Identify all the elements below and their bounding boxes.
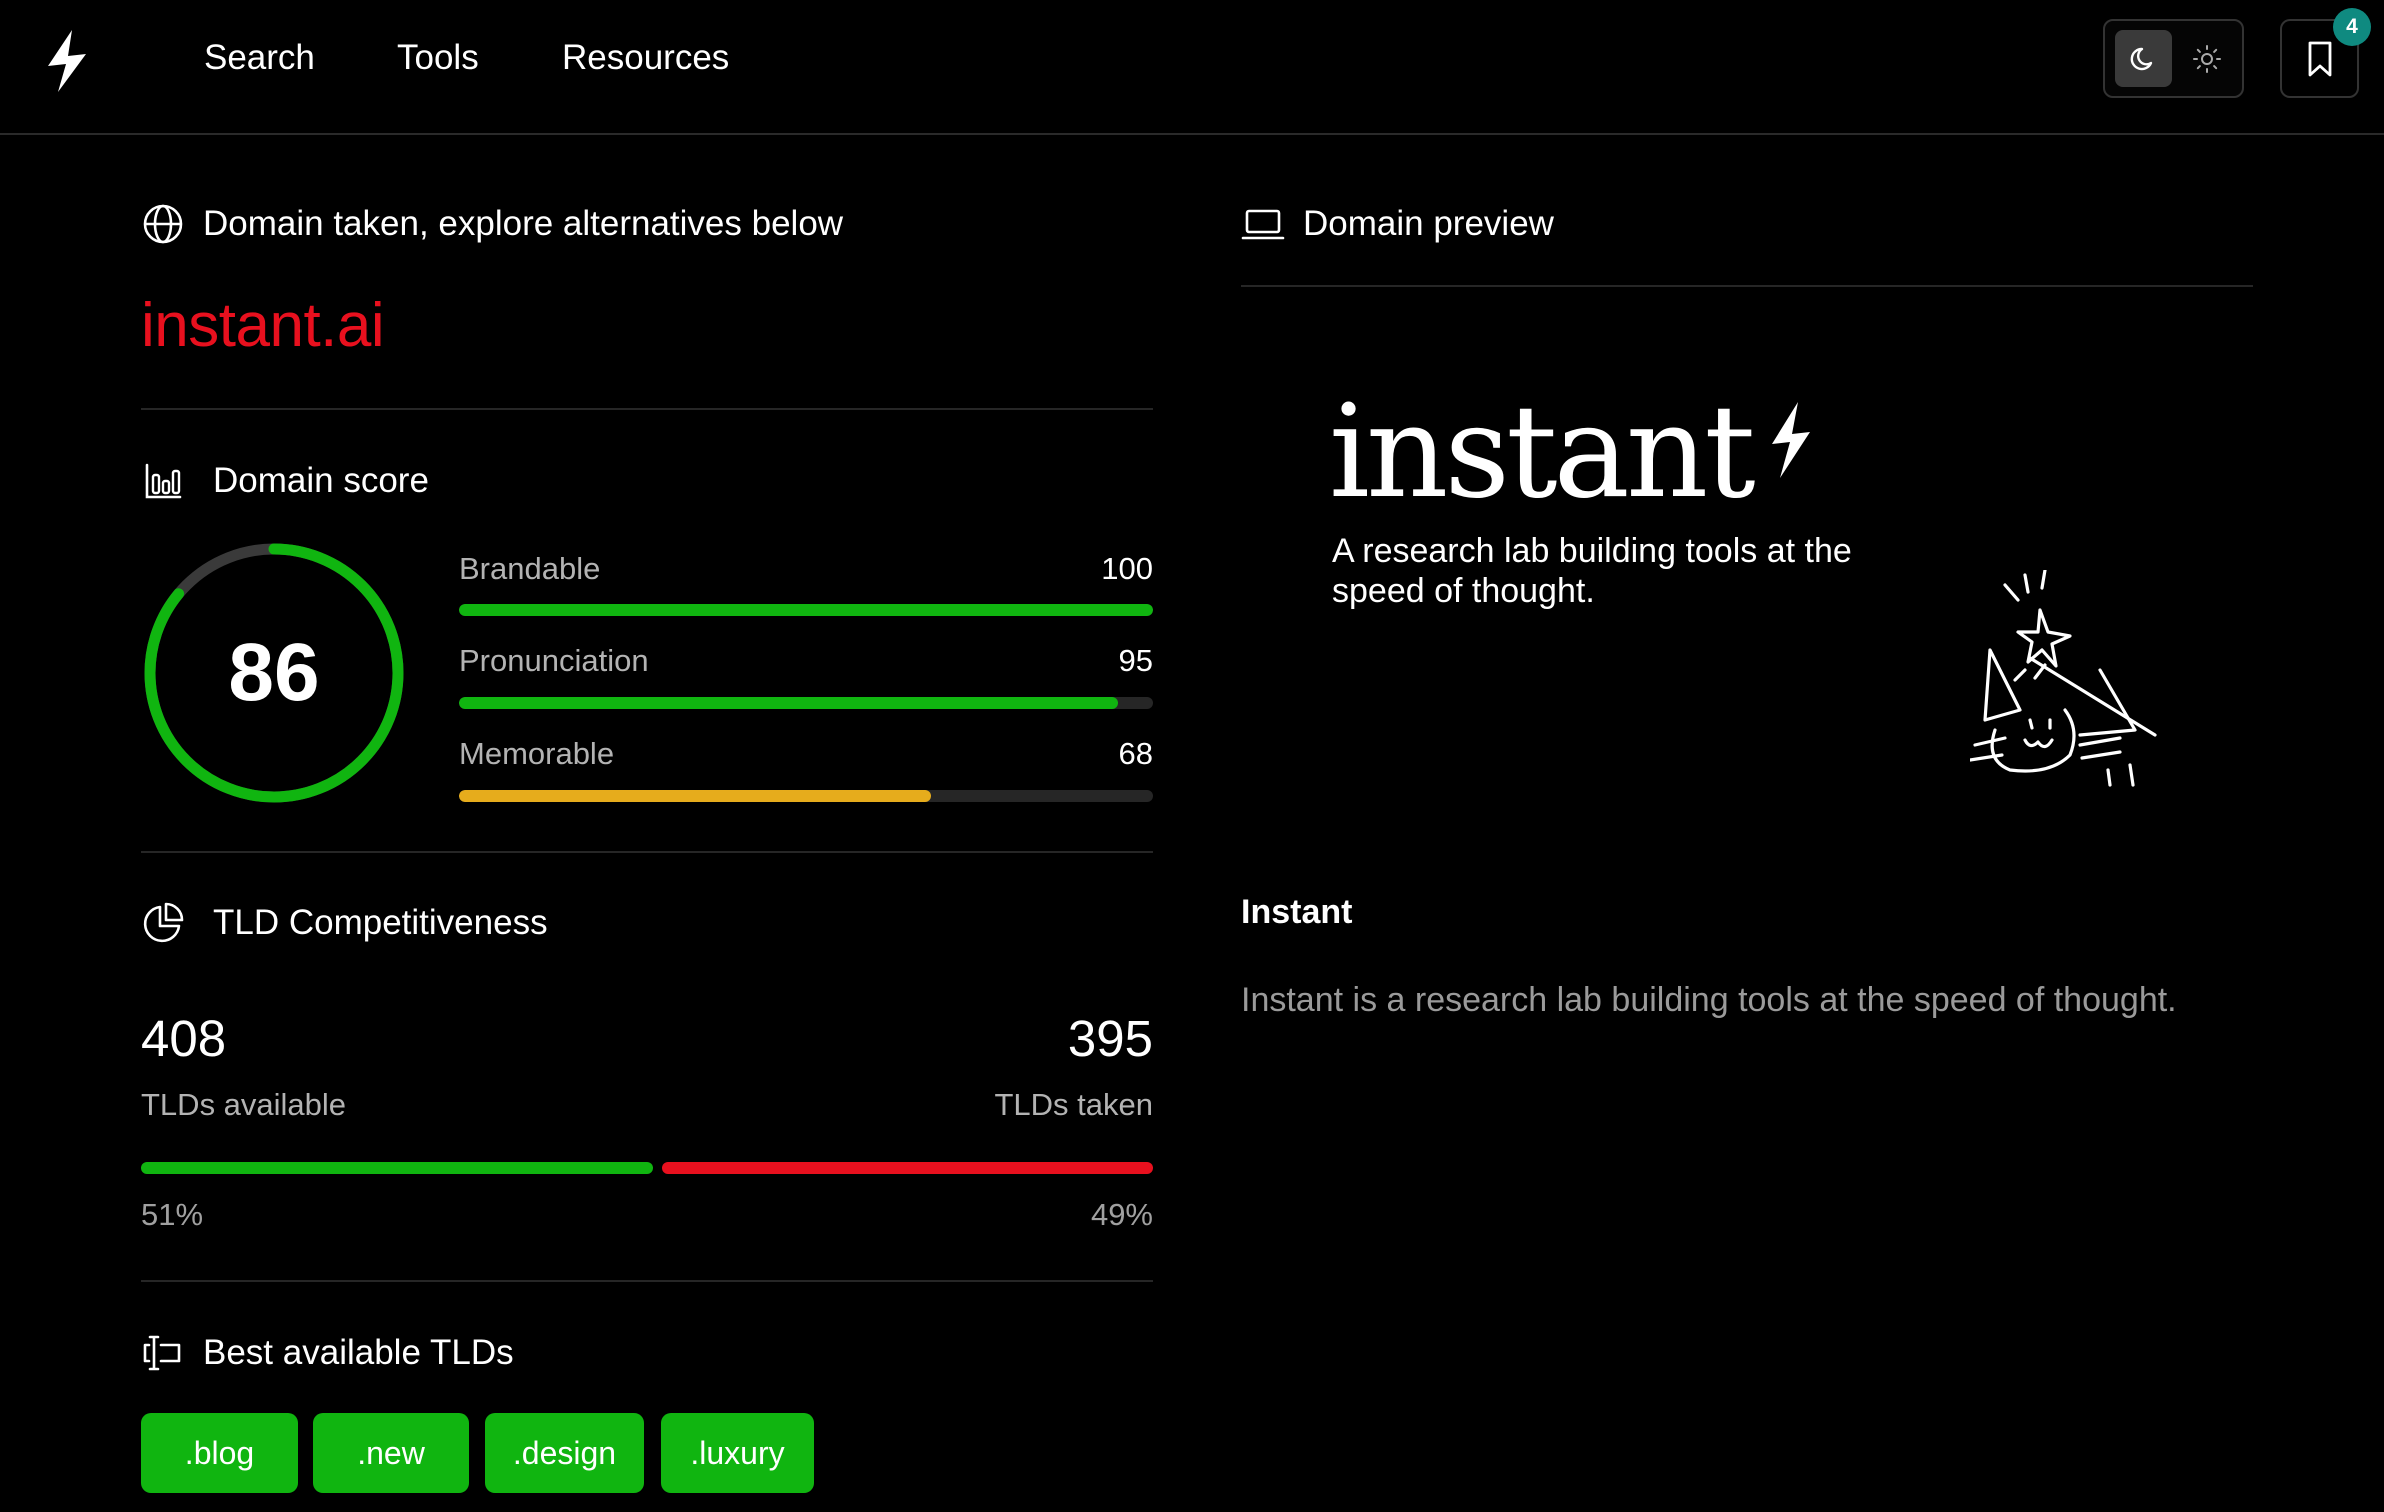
tld-chip-new[interactable]: .new <box>313 1413 469 1493</box>
preview-site-description: Instant is a research lab building tools… <box>1241 981 2177 1019</box>
tld-competitiveness-header: TLD Competitiveness <box>141 901 548 945</box>
preview-site-title: Instant <box>1241 893 1353 931</box>
metric-brandable-bar <box>459 604 1153 616</box>
dark-mode-button[interactable] <box>2115 30 2172 87</box>
top-navigation-bar: Search Tools Resources 4 <box>0 0 2384 135</box>
tld-chip-luxury[interactable]: .luxury <box>661 1413 814 1493</box>
laptop-icon <box>1241 202 1285 246</box>
preview-tagline: A research lab building tools at the spe… <box>1332 532 1852 610</box>
domain-status-text: Domain taken, explore alternatives below <box>203 204 844 243</box>
nav-tools-link[interactable]: Tools <box>397 36 479 80</box>
metric-brandable-value: 100 <box>1101 551 1153 586</box>
tld-chip-blog[interactable]: .blog <box>141 1413 298 1493</box>
tlds-available-bar <box>141 1162 653 1174</box>
tlds-taken-label: TLDs taken <box>994 1087 1153 1122</box>
domain-preview-header: Domain preview <box>1241 202 1554 246</box>
metric-memorable-label: Memorable <box>459 736 615 771</box>
domain-score-title: Domain score <box>213 461 429 500</box>
overall-score-value: 86 <box>228 627 320 718</box>
theme-toggle <box>2103 19 2244 98</box>
bookmark-count-badge: 4 <box>2333 8 2371 46</box>
tlds-available-count: 408 <box>141 1010 227 1067</box>
divider <box>141 408 1153 410</box>
metric-brandable-label: Brandable <box>459 551 601 586</box>
metric-pronunciation-value: 95 <box>1118 643 1153 678</box>
tlds-available-percent: 51% <box>141 1197 204 1232</box>
text-cursor-icon <box>141 1331 185 1375</box>
metric-brandable-bar-fill <box>459 604 1153 616</box>
globe-icon <box>141 202 185 246</box>
lightning-logo-icon <box>1771 402 1810 478</box>
metric-pronunciation-bar-fill <box>459 697 1119 709</box>
best-tlds-title: Best available TLDs <box>203 1333 514 1372</box>
metric-memorable-bar-fill <box>459 790 931 802</box>
tlds-taken-count: 395 <box>1067 1010 1153 1067</box>
bar-chart-icon <box>141 459 185 503</box>
best-tlds-header: Best available TLDs <box>141 1331 514 1375</box>
pie-chart-icon <box>141 901 185 945</box>
divider <box>141 851 1153 853</box>
domain-status-header: Domain taken, explore alternatives below <box>141 202 843 246</box>
nav-resources-link[interactable]: Resources <box>562 36 729 80</box>
domain-preview-title: Domain preview <box>1303 204 1554 243</box>
bookmark-icon <box>2308 41 2331 76</box>
nav-search-link[interactable]: Search <box>204 36 315 80</box>
domain-score-header: Domain score <box>141 459 429 503</box>
lightning-logo-icon[interactable] <box>36 28 98 94</box>
sun-icon <box>2192 44 2221 73</box>
tld-chip-design[interactable]: .design <box>485 1413 644 1493</box>
metric-pronunciation-label: Pronunciation <box>459 643 649 678</box>
metric-memorable-bar <box>459 790 1153 802</box>
tlds-available-label: TLDs available <box>141 1087 347 1122</box>
preview-wordmark-text: instant <box>1329 378 1756 527</box>
preview-wordmark: instant <box>1329 378 1818 528</box>
divider <box>141 1280 1153 1282</box>
metric-memorable-value: 68 <box>1118 736 1153 771</box>
moon-icon <box>2130 47 2152 70</box>
tlds-taken-bar <box>661 1162 1153 1174</box>
domain-name: instant.ai <box>141 291 385 360</box>
tlds-taken-percent: 49% <box>1090 1197 1153 1232</box>
light-mode-button[interactable] <box>2178 30 2235 87</box>
tld-competitiveness-title: TLD Competitiveness <box>213 903 548 942</box>
metric-pronunciation-bar <box>459 697 1153 709</box>
cat-doodle-icon <box>1970 570 2157 787</box>
divider <box>1241 285 2253 287</box>
